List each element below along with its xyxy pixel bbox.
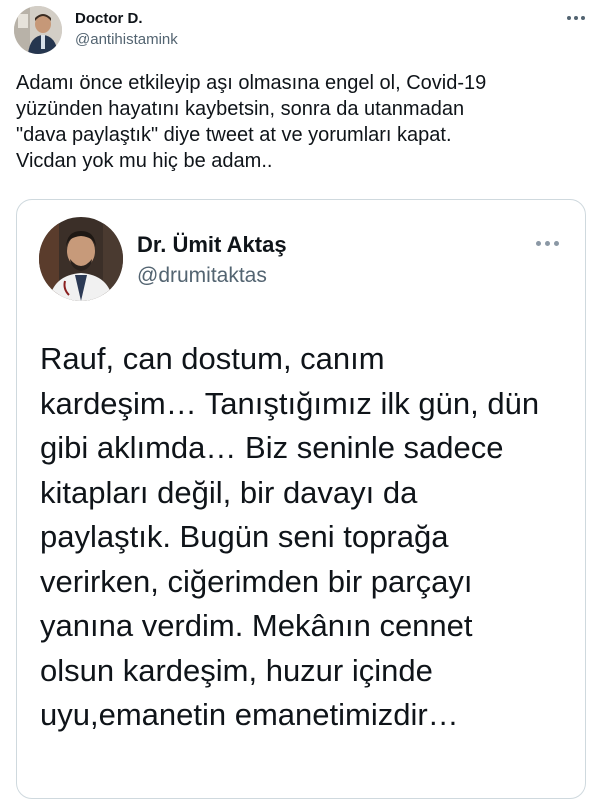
tweet-text-line: yüzünden hayatını kaybetsin, sonra da ut… bbox=[16, 98, 465, 120]
tweet-text: Adamı önce etkileyip aşı olmasına engel … bbox=[16, 70, 584, 174]
author-handle[interactable]: @antihistamink bbox=[75, 31, 178, 48]
tweet-text-line: Adamı önce etkileyip aşı olmasına engel … bbox=[16, 72, 487, 94]
quoted-text-line: yanına verdim. Mekânın cennet bbox=[40, 608, 473, 643]
author-avatar-image bbox=[14, 6, 62, 54]
quoted-tweet-text: Rauf, can dostum, canım kardeşim… Tanışt… bbox=[40, 337, 570, 738]
tweet-text-line: Vicdan yok mu hiç be adam.. bbox=[16, 150, 273, 172]
quoted-author-name[interactable]: Dr. Ümit Aktaş bbox=[137, 232, 287, 258]
quoted-author-handle[interactable]: @drumitaktas bbox=[137, 264, 267, 288]
quoted-text-line: verirken, ciğerimden bir parçayı bbox=[40, 563, 473, 599]
quoted-text-line: kardeşim… Tanıştığımız ilk gün, dün bbox=[40, 385, 540, 421]
quoted-text-line: paylaştık. Bugün seni toprağa bbox=[40, 519, 449, 554]
quoted-text-line: Rauf, can dostum, canım bbox=[40, 341, 385, 376]
tweet: Doctor D. @antihistamink Adamı önce etki… bbox=[0, 0, 600, 799]
author-avatar[interactable] bbox=[14, 6, 62, 54]
author-name[interactable]: Doctor D. bbox=[75, 10, 143, 27]
quoted-author-avatar[interactable] bbox=[39, 217, 123, 301]
quoted-text-line: uyu,emanetin emanetimizdir… bbox=[40, 697, 459, 732]
tweet-text-line: "dava paylaştık" diye tweet at ve yoruml… bbox=[16, 124, 452, 146]
more-horizontal-icon[interactable] bbox=[535, 237, 559, 249]
quoted-tweet-card[interactable]: Dr. Ümit Aktaş @drumitaktas Rauf, can do… bbox=[16, 199, 586, 799]
quoted-text-line: olsun kardeşim, huzur içinde bbox=[40, 652, 433, 688]
quoted-author-avatar-image bbox=[39, 217, 123, 301]
quoted-text-line: kitapları değil, bir davayı da bbox=[40, 474, 418, 510]
quoted-text-line: gibi aklımda… Biz seninle sadece bbox=[40, 430, 504, 465]
more-horizontal-icon[interactable] bbox=[566, 10, 586, 26]
